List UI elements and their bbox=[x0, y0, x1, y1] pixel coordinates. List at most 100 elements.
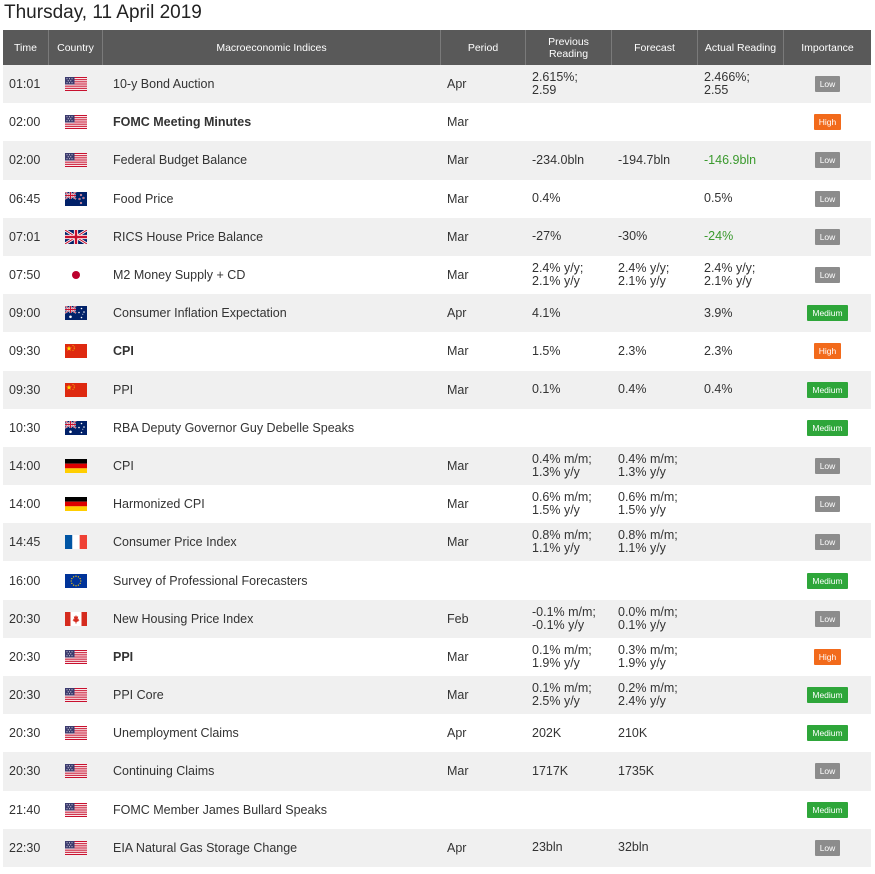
us-flag bbox=[65, 115, 87, 130]
table-row[interactable]: 09:30 PPI Mar 0.1% 0.4% 0.4% Medium bbox=[3, 370, 871, 409]
indicator-name[interactable]: Continuing Claims bbox=[103, 764, 441, 778]
previous-reading-line: -27% bbox=[532, 229, 562, 244]
jp-flag bbox=[65, 268, 87, 283]
period-cell: Mar bbox=[447, 382, 469, 397]
table-row[interactable]: 02:00 Federal Budget Balance Mar -234.0bln -… bbox=[3, 141, 871, 180]
importance-cell: Medium bbox=[784, 381, 871, 398]
previous-reading-line: -234.0bln bbox=[532, 152, 585, 167]
table-row[interactable]: 09:30 CPI Mar 1.5% 2.3% 2.3% High bbox=[3, 332, 871, 371]
table-row[interactable]: 20:30 New Housing Price Index Feb -0.1% m/m… bbox=[3, 599, 871, 638]
indicator-name[interactable]: Food Price bbox=[103, 192, 441, 206]
table-row[interactable]: 20:30 Unemployment Claims Apr 202K 210K Mediu… bbox=[3, 714, 871, 753]
ca-flag bbox=[65, 611, 87, 626]
importance-badge: Low bbox=[814, 839, 841, 856]
forecast: 32bln bbox=[612, 841, 698, 854]
table-row[interactable]: 20:30 PPI Mar 0.1% m/m; 1.9% y/y 0.3% m/m; 1.9… bbox=[3, 637, 871, 676]
header-importance[interactable]: Importance bbox=[784, 30, 871, 65]
previous-reading-line: 4.1% bbox=[532, 305, 561, 320]
forecast-line: 0.4% bbox=[618, 382, 647, 397]
indicator-name[interactable]: Federal Budget Balance bbox=[103, 153, 441, 167]
indicator-name[interactable]: CPI bbox=[103, 344, 441, 358]
indicator-name[interactable]: PPI Core bbox=[103, 688, 441, 702]
table-row[interactable]: 14:00 Harmonized CPI Mar 0.6% m/m; 1.5% y/y 0… bbox=[3, 485, 871, 524]
indicator-name[interactable]: FOMC Meeting Minutes bbox=[103, 115, 441, 129]
nz-flag bbox=[65, 191, 87, 206]
country-cell bbox=[49, 229, 103, 244]
table-row[interactable]: 14:00 CPI Mar 0.4% m/m; 1.3% y/y 0.4% m/m; 1.3… bbox=[3, 446, 871, 486]
previous-reading-line: 1.5% y/y bbox=[532, 503, 580, 518]
forecast-line: 2.3% bbox=[618, 343, 647, 358]
header-forecast[interactable]: Forecast bbox=[612, 30, 698, 65]
table-row[interactable]: 20:30 PPI Core Mar 0.1% m/m; 2.5% y/y 0.2% m/… bbox=[3, 676, 871, 715]
table-row[interactable]: 02:00 FOMC Meeting Minutes Mar High bbox=[3, 103, 871, 142]
header-indices[interactable]: Macroeconomic Indices bbox=[103, 30, 441, 65]
actual-reading: 3.9% bbox=[698, 306, 784, 320]
importance-badge: Medium bbox=[807, 305, 848, 322]
table-row[interactable]: 21:40 FOMC Member James Bullard Speaks Med… bbox=[3, 790, 871, 829]
table-row[interactable]: 07:01 RICS House Price Balance Mar -27% -30%… bbox=[3, 217, 871, 256]
indicator-name[interactable]: EIA Natural Gas Storage Change bbox=[103, 841, 441, 855]
indicator-name[interactable]: Consumer Price Index bbox=[103, 535, 441, 549]
previous-reading: 0.1% m/m; 2.5% y/y bbox=[526, 682, 612, 708]
indicator-name[interactable]: Survey of Professional Forecasters bbox=[103, 574, 441, 588]
indicator-name[interactable]: Unemployment Claims bbox=[103, 726, 441, 740]
header-country[interactable]: Country bbox=[49, 30, 103, 65]
de-flag bbox=[65, 458, 87, 473]
importance-cell: Low bbox=[784, 839, 871, 856]
time-cell: 20:30 bbox=[9, 688, 41, 703]
country-cell bbox=[49, 688, 103, 703]
time-cell: 14:00 bbox=[9, 497, 41, 512]
previous-reading-line: -0.1% m/m; bbox=[532, 604, 596, 619]
indicator-name[interactable]: RBA Deputy Governor Guy Debelle Speaks bbox=[103, 421, 441, 435]
forecast-line: 0.3% m/m; bbox=[618, 642, 678, 657]
importance-cell: Medium bbox=[784, 725, 871, 742]
actual-reading: 2.4% y/y; 2.1% y/y bbox=[698, 262, 784, 288]
importance-badge: Low bbox=[814, 76, 841, 93]
us-flag bbox=[65, 764, 87, 779]
table-row[interactable]: 07:50 M2 Money Supply + CD Mar 2.4% y/y; 2.1… bbox=[3, 255, 871, 295]
indicator-name[interactable]: Harmonized CPI bbox=[103, 497, 441, 511]
indicator-name[interactable]: PPI bbox=[103, 650, 441, 664]
previous-reading-line: 0.1% m/m; bbox=[532, 642, 592, 657]
header-period[interactable]: Period bbox=[441, 30, 526, 65]
table-row[interactable]: 06:45 Food Price Mar 0.4% 0.5% Low bbox=[3, 179, 871, 218]
table-row[interactable]: 09:00 Consumer Inflation Expectation Apr 4.… bbox=[3, 294, 871, 333]
period-cell: Mar bbox=[447, 268, 469, 283]
time-cell: 09:00 bbox=[9, 306, 41, 321]
table-row[interactable]: 16:00 Survey of Professional Forecasters M… bbox=[3, 561, 871, 600]
forecast-line: 1.1% y/y bbox=[618, 541, 666, 556]
importance-cell: Low bbox=[784, 610, 871, 627]
table-row[interactable]: 20:30 Continuing Claims Mar 1717K 1735K Low bbox=[3, 752, 871, 791]
table-row[interactable]: 10:30 RBA Deputy Governor Guy Debelle Spe… bbox=[3, 408, 871, 447]
forecast: 1735K bbox=[612, 764, 698, 778]
indicator-name[interactable]: PPI bbox=[103, 383, 441, 397]
period-cell: Mar bbox=[447, 153, 469, 168]
actual-reading-line: 0.5% bbox=[704, 191, 733, 206]
indicator-name[interactable]: 10-y Bond Auction bbox=[103, 77, 441, 91]
previous-reading-line: 2.59 bbox=[532, 83, 557, 98]
table-row[interactable]: 01:01 10-y Bond Auction Apr 2.615%; 2.59 2.46… bbox=[3, 65, 871, 104]
header-previous[interactable]: Previous Reading bbox=[526, 30, 612, 65]
country-cell bbox=[49, 726, 103, 741]
header-actual[interactable]: Actual Reading bbox=[698, 30, 784, 65]
forecast: 0.8% m/m; 1.1% y/y bbox=[612, 529, 698, 555]
previous-reading: 2.4% y/y; 2.1% y/y bbox=[526, 262, 612, 288]
indicator-name[interactable]: FOMC Member James Bullard Speaks bbox=[103, 803, 441, 817]
importance-badge: Medium bbox=[807, 725, 848, 742]
indicator-name[interactable]: RICS House Price Balance bbox=[103, 230, 441, 244]
time-cell: 07:01 bbox=[9, 229, 41, 244]
indicator-name[interactable]: Consumer Inflation Expectation bbox=[103, 306, 441, 320]
cn-flag bbox=[65, 344, 87, 359]
importance-badge: High bbox=[813, 343, 842, 360]
table-row[interactable]: 22:30 EIA Natural Gas Storage Change Apr 23… bbox=[3, 828, 871, 867]
indicator-name[interactable]: CPI bbox=[103, 459, 441, 473]
indicator-name[interactable]: New Housing Price Index bbox=[103, 612, 441, 626]
period-cell: Mar bbox=[447, 229, 469, 244]
importance-cell: Low bbox=[784, 763, 871, 780]
previous-reading: 0.4% m/m; 1.3% y/y bbox=[526, 452, 612, 479]
header-time[interactable]: Time bbox=[3, 30, 49, 65]
indicator-name[interactable]: M2 Money Supply + CD bbox=[103, 268, 441, 282]
table-row[interactable]: 14:45 Consumer Price Index Mar 0.8% m/m; 1.1… bbox=[3, 523, 871, 562]
period-cell: Mar bbox=[447, 344, 469, 359]
forecast: 2.4% y/y; 2.1% y/y bbox=[612, 262, 698, 288]
